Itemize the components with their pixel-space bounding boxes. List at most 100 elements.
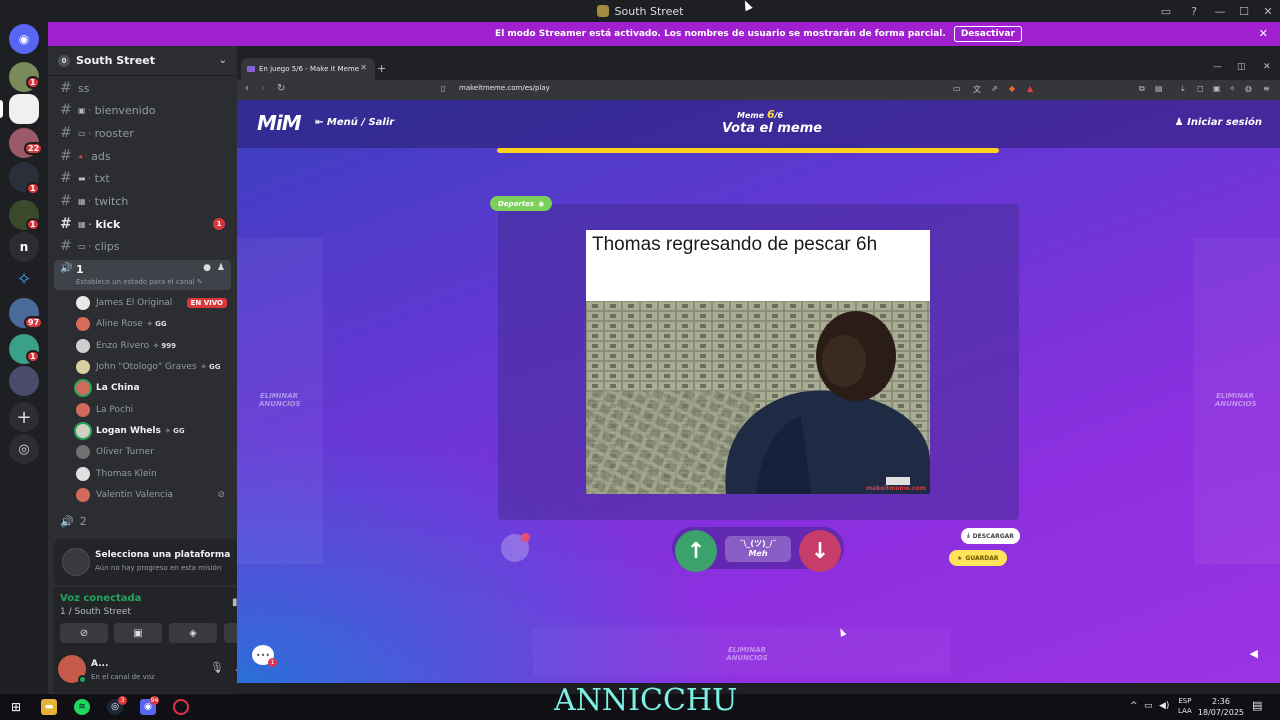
server-icon-n[interactable]: n <box>9 232 39 262</box>
server-header[interactable]: 0 South Street ⌄ <box>48 46 237 76</box>
reload-icon[interactable]: ↻ <box>277 83 285 94</box>
rewards-icon[interactable]: ▲ <box>1027 84 1033 93</box>
channel-ss[interactable]: # ss <box>54 78 231 98</box>
voice-connected-location[interactable]: 1 / South Street <box>60 607 131 617</box>
voice-channel-2[interactable]: 🔊 2 <box>60 515 87 528</box>
explore-icon[interactable]: ◎ <box>9 434 39 464</box>
voice-user[interactable]: La Pochi <box>76 400 231 420</box>
reaction-emoji-button[interactable] <box>501 533 530 562</box>
channel-ads[interactable]: # ◂ · ads <box>54 146 231 166</box>
voice-user[interactable]: Aline Rose ✧ GG <box>76 314 231 334</box>
spotify-icon[interactable]: ≋ <box>74 699 90 715</box>
volume-icon[interactable]: ◀) <box>1159 701 1169 711</box>
close-window-button[interactable]: ✕ <box>1256 0 1280 22</box>
maximize-button[interactable]: ☐ <box>1232 0 1256 22</box>
disable-streamer-button[interactable]: Desactivar <box>953 26 1022 42</box>
invite-user-icon[interactable]: ♟ <box>217 263 225 273</box>
hash-icon: # <box>60 80 72 96</box>
activity-button[interactable]: ◈ <box>169 623 217 643</box>
menu-exit-button[interactable]: ⇤ Menú / Salir <box>315 117 394 128</box>
remove-ads-bottom[interactable]: ELIMINAR ANUNCIOS <box>707 646 787 662</box>
voice-user[interactable]: La China <box>76 378 231 398</box>
url-field[interactable]: makeitmeme.com/es/play <box>459 84 550 92</box>
user-name[interactable]: A... <box>91 659 108 669</box>
discord-home-icon[interactable]: ◉ <box>9 24 39 54</box>
voice-channel-status[interactable]: Establece un estado para el canal ✎ <box>76 278 203 286</box>
network-icon[interactable]: ▭ <box>1144 701 1153 711</box>
menu-exit-label: Menú / Salir <box>326 117 395 128</box>
channel-txt[interactable]: # ▬ · txt <box>54 168 231 188</box>
close-banner-icon[interactable]: ✕ <box>1259 27 1268 40</box>
upvote-button[interactable]: ↑ <box>675 530 717 572</box>
voice-connected-status[interactable]: Voz conectada <box>60 593 141 604</box>
remove-ads-left[interactable]: ELIMINAR ANUNCIOS <box>259 392 301 408</box>
meme-photo: makeitmeme.com <box>586 301 930 494</box>
download-button[interactable]: ⤓ DESCARGAR <box>961 528 1020 544</box>
channel-twitch[interactable]: # ▦ · twitch <box>54 191 231 211</box>
meme-watermark: makeitmeme.com <box>866 485 926 492</box>
browser-close-button[interactable]: ✕ <box>1263 62 1271 72</box>
language-indicator[interactable]: ESP LAA <box>1178 696 1192 716</box>
clock-date: 18/07/2025 <box>1197 708 1244 717</box>
file-explorer-icon[interactable]: ▬ <box>41 699 57 715</box>
streamer-watermark: ANNICCHU <box>554 683 738 718</box>
cast-icon[interactable]: ▭ <box>953 84 961 93</box>
vpn-icon[interactable]: ◍ <box>1245 84 1252 93</box>
opera-icon[interactable] <box>173 699 189 715</box>
voice-user[interactable]: Logan Whels ✧ GG <box>76 421 231 441</box>
bookmark-icon[interactable]: ▯ <box>441 84 445 93</box>
browser-minimize-button[interactable]: — <box>1213 62 1222 72</box>
windows-start-icon[interactable]: ⊞ <box>8 699 24 715</box>
downvote-button[interactable]: ↓ <box>799 530 841 572</box>
download-icon[interactable]: ⤓ <box>1181 84 1185 94</box>
voice-user[interactable]: Thomas Klein <box>76 464 231 484</box>
minimize-button[interactable]: — <box>1208 0 1232 22</box>
translate-icon[interactable]: 文 <box>973 84 981 95</box>
save-button[interactable]: ★ GUARDAR <box>949 550 1007 566</box>
mim-logo[interactable]: MiM <box>257 111 302 135</box>
voice-channel-1[interactable]: 🔊 1 Establece un estado para el canal ✎ … <box>54 260 231 290</box>
channel-kick[interactable]: # ▦ · kick 1 <box>54 214 231 234</box>
chat-icon[interactable]: ••• 1 <box>252 645 277 667</box>
browser-maximize-button[interactable]: ◫ <box>1237 62 1246 72</box>
sound-icon[interactable]: ◀ <box>1250 647 1258 660</box>
brave-shield-icon[interactable]: ◆ <box>1009 84 1015 93</box>
voice-user[interactable]: James El Original EN VIVO <box>76 293 231 313</box>
screenshot-icon[interactable]: ◻ <box>1197 84 1204 93</box>
remove-ads-right[interactable]: ELIMINAR ANUNCIOS <box>1215 392 1257 408</box>
channel-clips[interactable]: # ▭ · clips <box>54 236 231 256</box>
tray-chevron-up-icon[interactable]: ^ <box>1130 701 1138 711</box>
browser-tab[interactable]: En juego 5/6 - Make it Meme ✕ <box>241 58 375 80</box>
notification-center-icon[interactable]: ▤ <box>1252 699 1262 712</box>
close-tab-icon[interactable]: ✕ <box>360 63 367 72</box>
wallet-icon[interactable]: ▣ <box>1213 84 1221 93</box>
screen-share-button[interactable]: ▣ <box>114 623 162 643</box>
taskbar-clock[interactable]: 2:36 18/07/2025 <box>1198 696 1244 718</box>
server-icon-7[interactable]: ✧ <box>9 264 39 294</box>
back-icon[interactable]: ‹ <box>245 83 249 94</box>
extensions-icon[interactable]: ⧉ <box>1139 84 1145 94</box>
voice-user[interactable]: Oliver Turner <box>76 442 231 462</box>
forward-icon[interactable]: › <box>261 83 265 94</box>
chat-bubble-icon[interactable]: ● <box>203 263 211 273</box>
sidebar-icon[interactable]: ▤ <box>1155 84 1163 93</box>
server-icon-south-street[interactable] <box>9 94 39 124</box>
channel-rooster[interactable]: # ▭ · rooster <box>54 123 231 143</box>
voice-user[interactable]: Enzo Rivero ✧ 999 <box>76 336 231 356</box>
help-icon[interactable]: ? <box>1180 0 1208 22</box>
new-tab-icon[interactable]: + <box>377 62 386 75</box>
camera-off-button[interactable]: ⊘ <box>60 623 108 643</box>
share-icon[interactable]: ⇗ <box>991 84 998 93</box>
voice-user[interactable]: Valentin Valencia ⊘ <box>76 485 231 505</box>
menu-icon[interactable]: ≡ <box>1263 84 1270 93</box>
channel-bienvenido[interactable]: # ▣ · bienvenido <box>54 100 231 120</box>
add-server-icon[interactable]: + <box>9 402 39 432</box>
meh-button[interactable]: ¯\_(ツ)_/¯ Meh <box>725 536 791 562</box>
login-button[interactable]: ♟ Iniciar sesión <box>1175 117 1262 128</box>
ai-icon[interactable]: ✧ <box>1229 84 1236 93</box>
hash-icon: # <box>60 170 72 186</box>
microphone-icon[interactable]: 🎙 <box>210 661 224 674</box>
server-icon-10[interactable] <box>9 366 39 396</box>
voice-user[interactable]: John "Otologo" Graves ✧ GG <box>76 357 231 377</box>
inbox-icon[interactable]: ▭ <box>1152 0 1180 22</box>
